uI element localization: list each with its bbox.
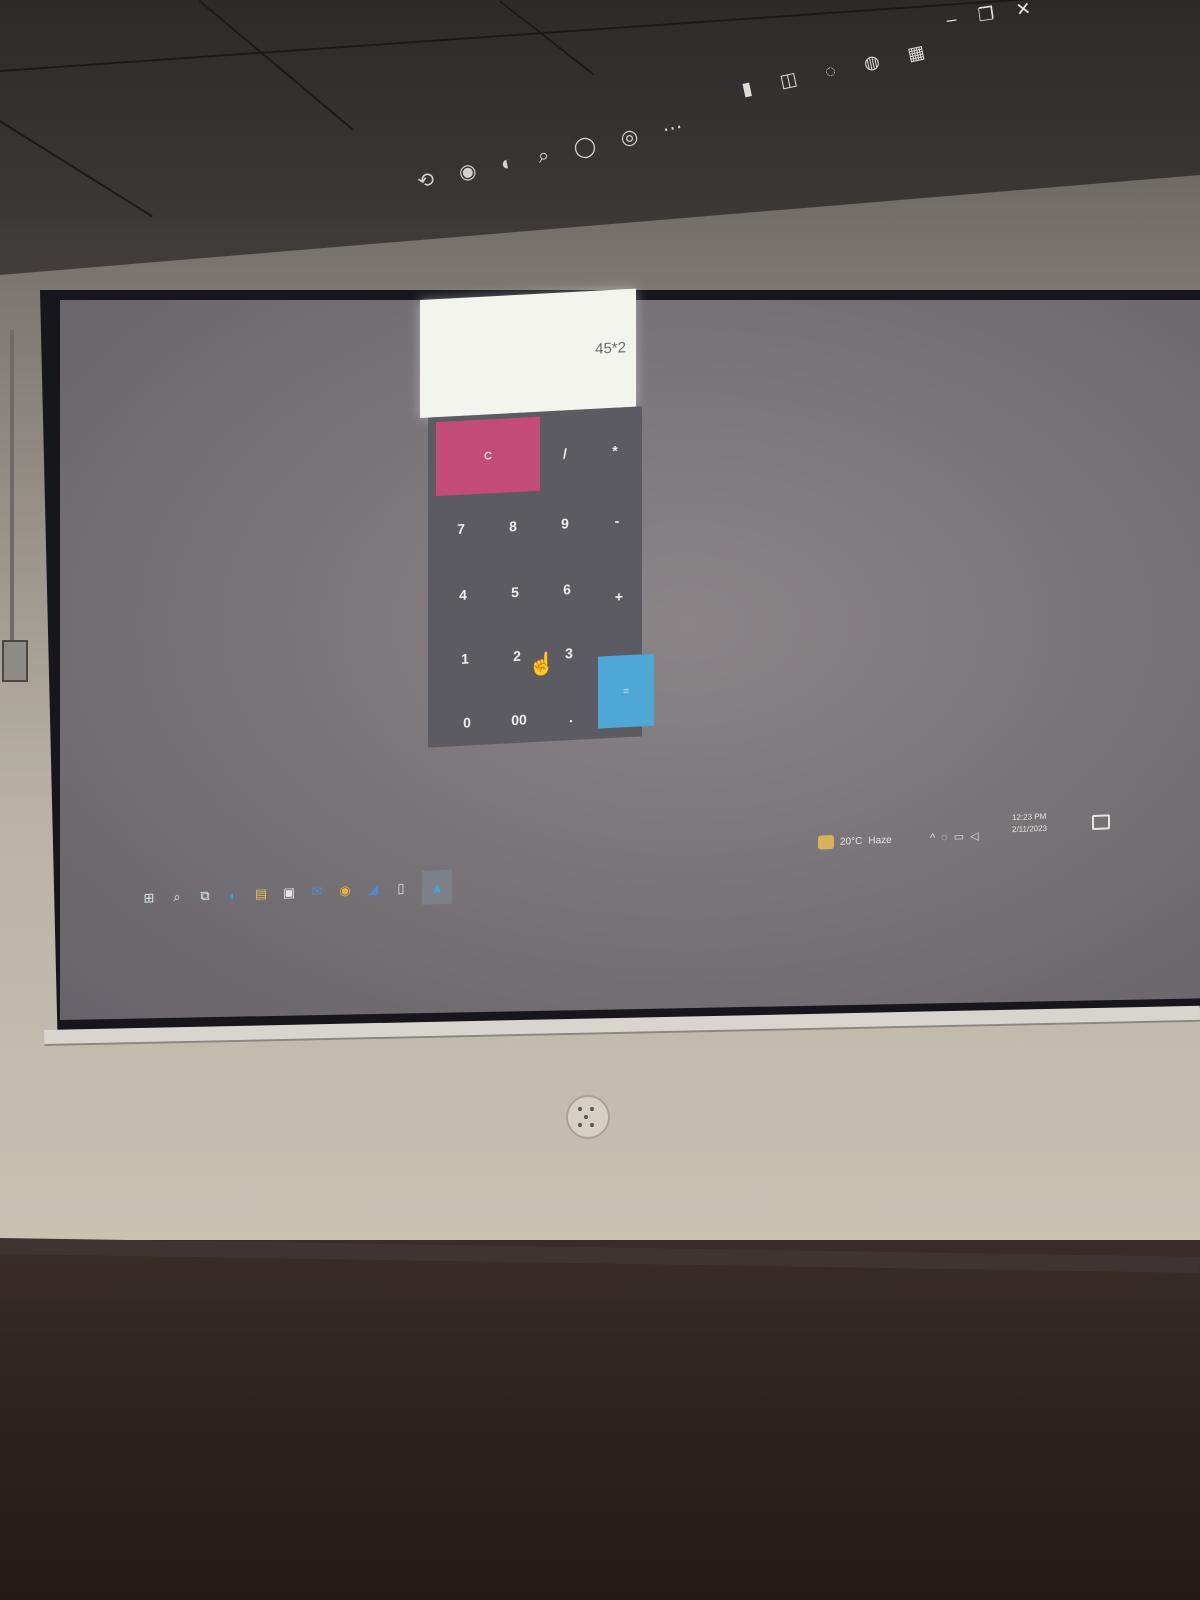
five-button[interactable]: 5 — [490, 560, 540, 625]
wall-socket — [566, 1095, 610, 1139]
weather-temperature: 20°C — [840, 835, 863, 848]
task-view-icon[interactable]: ⧉ — [198, 888, 212, 904]
ceiling-seam — [498, 0, 595, 76]
keypad: C / * 7 8 9 - 4 5 6 + 1 2 3 0 00 . = ☝ — [428, 406, 654, 750]
volume-icon[interactable]: ◁ — [970, 830, 984, 843]
clock-date: 2/11/2023 — [1012, 823, 1047, 835]
document-icon[interactable]: ▯ — [394, 880, 408, 896]
calculator-app: 45*2 C / * 7 8 9 - 4 5 6 + 1 2 3 0 00 . … — [420, 278, 654, 752]
system-tray[interactable]: ^◌▭◁ — [930, 829, 985, 844]
clear-button[interactable]: C — [436, 416, 540, 497]
divide-button[interactable]: / — [540, 421, 590, 486]
mail-icon[interactable]: ✉ — [310, 884, 324, 900]
decimal-button[interactable]: . — [546, 685, 596, 750]
double-zero-button[interactable]: 00 — [494, 688, 544, 753]
multiply-button[interactable]: * — [590, 418, 640, 483]
wall-plug — [2, 640, 28, 682]
vscode-icon[interactable]: ◢ — [366, 881, 380, 897]
chrome-icon[interactable]: ◉ — [338, 883, 352, 898]
nine-button[interactable]: 9 — [540, 491, 590, 556]
display-value: 45*2 — [595, 339, 626, 358]
calculator-display: 45*2 — [420, 288, 636, 418]
onedrive-icon[interactable]: ◌ — [941, 831, 954, 843]
chevron-up-icon[interactable]: ^ — [930, 832, 941, 844]
notification-icon[interactable] — [1092, 814, 1110, 831]
ceiling-seam — [0, 120, 153, 218]
weather-icon — [818, 834, 834, 850]
power-cable — [10, 330, 14, 660]
windows-start-icon[interactable]: ⊞ — [142, 890, 156, 906]
ceiling-seam — [198, 0, 354, 131]
seven-button[interactable]: 7 — [436, 497, 486, 562]
weather-condition: Haze — [868, 834, 892, 847]
network-icon[interactable]: ▭ — [954, 831, 970, 844]
zero-button[interactable]: 0 — [442, 690, 492, 755]
subtract-button[interactable]: - — [592, 488, 642, 553]
calculator-app-icon[interactable]: ▲ — [422, 869, 452, 905]
file-explorer-icon[interactable]: ▤ — [254, 886, 268, 902]
weather-widget[interactable]: 20°C Haze — [818, 833, 892, 850]
one-button[interactable]: 1 — [440, 626, 490, 691]
search-icon[interactable]: ⌕ — [170, 889, 184, 905]
eight-button[interactable]: 8 — [488, 494, 538, 559]
hand-cursor-icon: ☝ — [528, 650, 556, 678]
add-button[interactable]: + — [594, 564, 644, 629]
edge-browser-icon[interactable]: ◐ — [226, 887, 240, 902]
floor — [0, 1240, 1200, 1600]
store-icon[interactable]: ▣ — [282, 885, 296, 901]
ceiling-seam — [0, 0, 1200, 72]
equals-button[interactable]: = — [598, 653, 654, 729]
four-button[interactable]: 4 — [438, 562, 488, 627]
clock[interactable]: 12:23 PM 2/11/2023 — [1012, 811, 1047, 836]
six-button[interactable]: 6 — [542, 557, 592, 622]
